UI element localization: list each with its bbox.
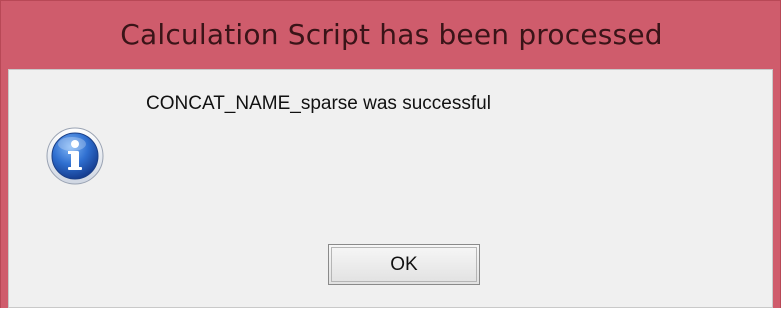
ok-button-label: OK [390,253,418,275]
title-bar[interactable]: Calculation Script has been processed [1,1,781,76]
bottom-strip [0,308,781,317]
dialog-message: CONCAT_NAME_sparse was successful [146,93,491,114]
ok-button[interactable]: OK [328,244,480,285]
dialog-title: Calculation Script has been processed [120,18,663,51]
info-icon [46,127,104,185]
message-dialog: Calculation Script has been processed CO… [0,0,781,317]
dialog-content: CONCAT_NAME_sparse was successful OK [8,69,773,308]
